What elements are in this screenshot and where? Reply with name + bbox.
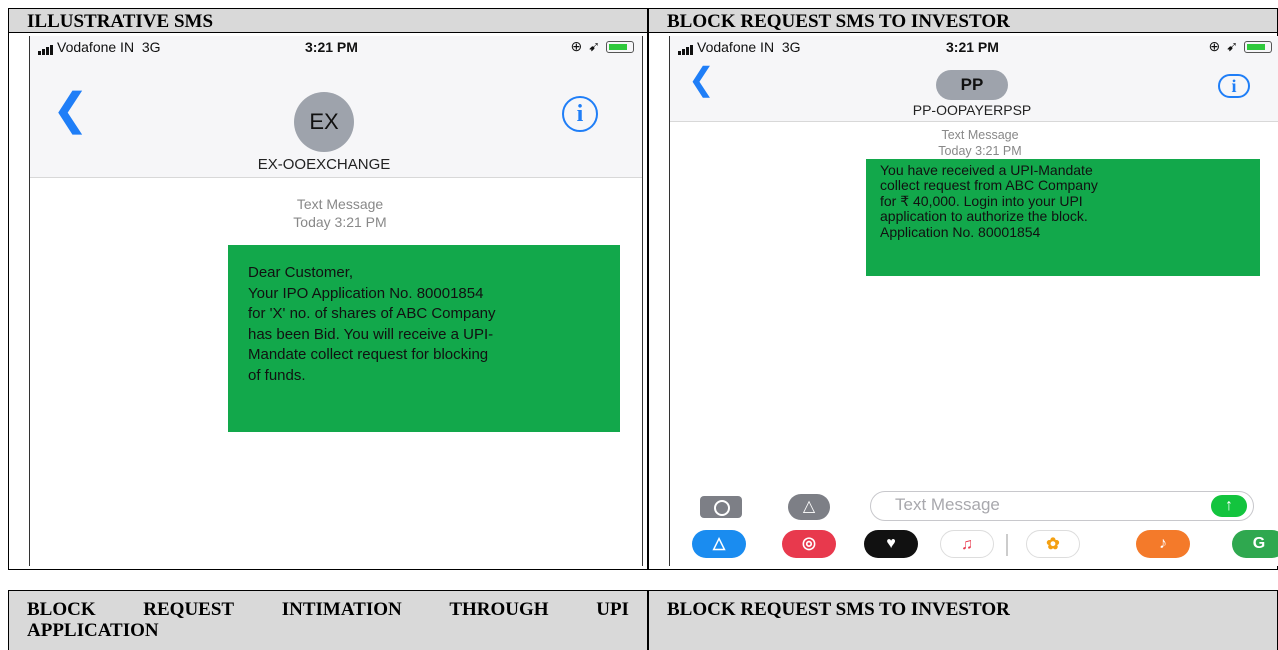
message-input[interactable] [895, 492, 1195, 518]
carrier-name: Vodafone IN [57, 39, 135, 55]
message-navbar: Vodafone IN 3G 3:21 PM ⊕ ➹ ❮ EX EX-OOEXC… [30, 36, 642, 178]
back-chevron-icon[interactable]: ❮ [52, 84, 89, 135]
app-store-icon[interactable]: △ [692, 530, 746, 558]
message-line: for ₹ 40,000. Login into your UPI [880, 192, 1083, 209]
apps-icon[interactable]: △ [788, 494, 830, 520]
network-type: 3G [141, 39, 161, 55]
header-word: THROUGH [449, 599, 549, 620]
location-icon: ➹ [1226, 38, 1238, 54]
message-meta: Text Message Today 3:21 PM [240, 196, 440, 231]
block-request-table: BLOCK REQUEST INTIMATION THROUGH UPI APP… [8, 590, 1278, 650]
battery-icon [1244, 40, 1272, 53]
signal-icon [38, 39, 54, 55]
message-line: Dear Customer, [248, 264, 354, 281]
message-bubble: You have received a UPI-Mandate collect … [866, 159, 1260, 276]
compose-bar: △ ↑ [670, 488, 1278, 524]
photos-icon[interactable]: ✿ [1026, 530, 1080, 558]
lock-rotation-icon: ⊕ [1208, 38, 1221, 54]
status-time: 3:21 PM [946, 39, 999, 55]
status-bar: Vodafone IN 3G 3:21 PM ⊕ ➹ [30, 36, 642, 58]
message-line: Your IPO Application No. 80001854 [248, 284, 484, 302]
illustrative-sms-header: ILLUSTRATIVE SMS [9, 9, 647, 33]
signal-icon [678, 39, 694, 55]
phone-screen-illustrative-sms: Vodafone IN 3G 3:21 PM ⊕ ➹ ❮ EX EX-OOEXC… [29, 36, 643, 566]
message-timestamp: Today 3:21 PM [293, 213, 387, 230]
column-divider [647, 9, 649, 569]
back-chevron-icon[interactable]: ❮ [688, 60, 715, 98]
message-timestamp: Today 3:21 PM [938, 143, 1022, 158]
contact-name: EX-OOEXCHANGE [257, 156, 391, 173]
message-bubble: Dear Customer, Your IPO Application No. … [228, 245, 620, 432]
music-icon[interactable]: ♫ [940, 530, 994, 558]
camera-icon[interactable] [700, 496, 742, 518]
contact-name: PP-OOPAYERPSP [912, 102, 1032, 118]
message-line: of funds. [248, 366, 306, 384]
sms-illustration-table: ILLUSTRATIVE SMS BLOCK REQUEST SMS TO IN… [8, 8, 1278, 570]
location-icon: ➹ [588, 38, 600, 54]
carrier-info: Vodafone IN 3G [38, 39, 161, 55]
search-globe-icon[interactable]: ◎ [782, 530, 836, 558]
header-word: INTIMATION [281, 599, 402, 620]
status-bar: Vodafone IN 3G 3:21 PM ⊕ ➹ [670, 36, 1278, 58]
app-drawer: △ ◎ ♥ ♫ ✿ ♪ G [670, 528, 1278, 564]
message-type-label: Text Message [941, 128, 1019, 142]
phone-screen-block-request-sms: Vodafone IN 3G 3:21 PM ⊕ ➹ ❮ PP PP-OOPAY… [669, 36, 1278, 566]
avatar[interactable]: PP [936, 70, 1008, 100]
upi-intimation-header: BLOCK REQUEST INTIMATION THROUGH UPI APP… [9, 591, 647, 650]
column-divider [647, 591, 649, 650]
maps-icon[interactable]: G [1232, 530, 1278, 558]
heart-icon[interactable]: ♥ [864, 530, 918, 558]
message-line: application to authorize the block. [880, 208, 1088, 225]
block-request-sms-header-2: BLOCK REQUEST SMS TO INVESTOR [649, 591, 1277, 650]
header-line-1: BLOCK REQUEST INTIMATION THROUGH UPI [27, 599, 629, 620]
message-meta: Text Message Today 3:21 PM [880, 128, 1080, 159]
battery-icon [606, 40, 634, 53]
message-field: ↑ [870, 491, 1254, 521]
message-line: collect request from ABC Company [880, 177, 1098, 194]
info-icon[interactable]: i [1218, 74, 1250, 98]
status-time: 3:21 PM [305, 39, 358, 55]
header-word: REQUEST [143, 599, 235, 620]
status-icons: ⊕ ➹ [571, 38, 634, 55]
message-navbar: Vodafone IN 3G 3:21 PM ⊕ ➹ ❮ PP PP-OOPAY… [670, 36, 1278, 122]
header-word: BLOCK [27, 599, 96, 620]
network-type: 3G [781, 39, 801, 55]
lock-rotation-icon: ⊕ [570, 38, 583, 54]
status-icons: ⊕ ➹ [1209, 38, 1272, 55]
message-line: Mandate collect request for blocking [248, 346, 489, 364]
header-line-2: APPLICATION [27, 620, 159, 641]
block-request-sms-header: BLOCK REQUEST SMS TO INVESTOR [649, 9, 1277, 33]
send-arrow-icon[interactable]: ↑ [1211, 495, 1247, 517]
message-line: You have received a UPI-Mandate [880, 162, 1093, 178]
message-line: has been Bid. You will receive a UPI- [248, 325, 494, 343]
message-type-label: Text Message [296, 196, 384, 212]
header-word: UPI [596, 599, 629, 620]
carrier-name: Vodafone IN [697, 39, 775, 55]
info-icon[interactable]: i [562, 96, 598, 132]
avatar[interactable]: EX [294, 92, 354, 152]
message-line: Application No. 80001854 [880, 223, 1041, 240]
garageband-icon[interactable]: ♪ [1136, 530, 1190, 558]
tray-divider [1006, 534, 1008, 556]
message-line: for 'X' no. of shares of ABC Company [248, 305, 496, 323]
carrier-info: Vodafone IN 3G [678, 39, 801, 55]
